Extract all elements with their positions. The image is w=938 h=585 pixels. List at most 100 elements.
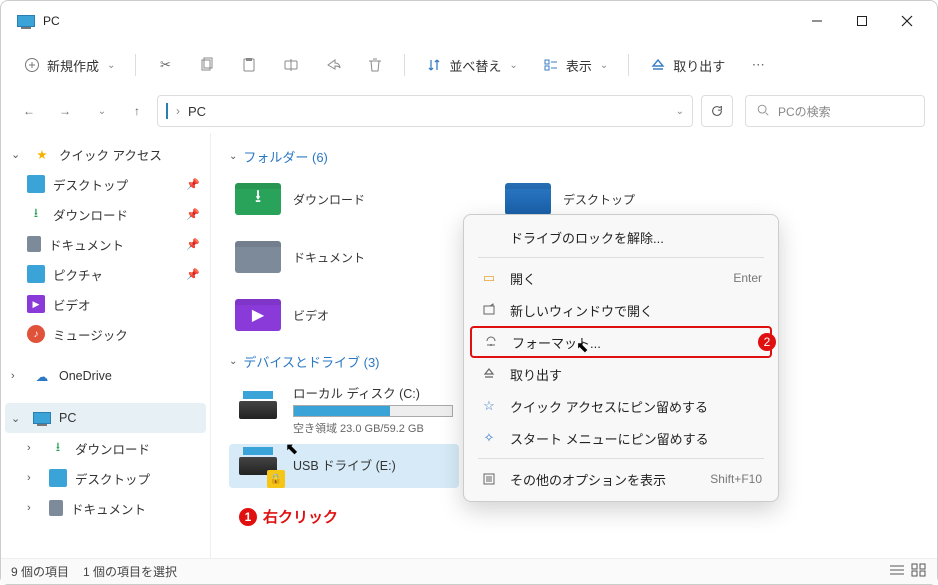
sidebar-item-desktop[interactable]: デスクトップ 📌 (5, 169, 206, 199)
eject-button[interactable]: 取り出す (639, 50, 735, 81)
refresh-button[interactable] (701, 95, 733, 127)
address-bar[interactable]: › PC ⌄ (157, 95, 693, 127)
cursor-icon: ⬉ (576, 338, 589, 356)
chevron-down-icon: ⌄ (107, 60, 115, 71)
recent-button[interactable]: ⌄ (85, 95, 117, 127)
ctx-item-unlock[interactable]: ドライブのロックを解除... (470, 221, 772, 253)
sidebar-item-label: ミュージック (53, 325, 128, 344)
format-icon (482, 335, 500, 349)
cut-button[interactable]: ✂ (146, 50, 184, 80)
ctx-label: クイック アクセスにピン留めする (510, 397, 708, 416)
forward-button[interactable]: → (49, 95, 81, 127)
chevron-down-icon: ⌄ (509, 60, 517, 71)
rename-icon (282, 56, 300, 74)
view-details-button[interactable] (889, 563, 905, 580)
sidebar-item-label: OneDrive (59, 369, 112, 383)
sidebar-item-pc-documents[interactable]: › ドキュメント (5, 493, 206, 523)
drive-item-local-disk[interactable]: ローカル ディスク (C:) 空き領域 23.0 GB/59.2 GB (229, 379, 459, 440)
rename-button[interactable] (272, 50, 310, 80)
folder-item-downloads[interactable]: ⭳ ダウンロード (229, 174, 459, 224)
sidebar-item-pictures[interactable]: ピクチャ 📌 (5, 259, 206, 289)
copy-button[interactable] (188, 50, 226, 80)
sidebar-item-label: ダウンロード (75, 439, 150, 458)
cloud-icon: ☁ (33, 367, 51, 385)
drive-item-usb[interactable]: USB ドライブ (E:) (229, 444, 459, 488)
sidebar-item-pc-desktop[interactable]: › デスクトップ (5, 463, 206, 493)
delete-button[interactable] (356, 50, 394, 80)
close-button[interactable] (884, 5, 929, 37)
sidebar-item-videos[interactable]: ▶ ビデオ (5, 289, 206, 319)
share-button[interactable] (314, 50, 352, 80)
drive-name: ローカル ディスク (C:) (293, 383, 453, 402)
ctx-item-format[interactable]: フォーマット... ⬉ 2 (470, 326, 772, 358)
up-button[interactable]: ↑ (121, 95, 153, 127)
maximize-button[interactable] (839, 5, 884, 37)
sidebar-item-downloads[interactable]: ⭳ ダウンロード 📌 (5, 199, 206, 229)
sidebar-item-pc[interactable]: ⌄ PC (5, 403, 206, 433)
toolbar: 新規作成 ⌄ ✂ 並べ替え ⌄ 表示 ⌄ 取り出す ⋯ (1, 41, 937, 89)
sidebar-item-pc-downloads[interactable]: › ⭳ ダウンロード (5, 433, 206, 463)
folder-item-videos[interactable]: ▶ ビデオ (229, 290, 459, 340)
folder-open-icon: ▭ (480, 270, 498, 286)
ctx-item-pin-quick-access[interactable]: ☆ クイック アクセスにピン留めする (470, 390, 772, 422)
back-button[interactable]: ← (13, 95, 45, 127)
chevron-right-icon: › (11, 370, 25, 382)
drive-subtext: 空き領域 23.0 GB/59.2 GB (293, 420, 453, 436)
new-button[interactable]: 新規作成 ⌄ (13, 50, 125, 81)
paste-button[interactable] (230, 50, 268, 80)
ctx-item-eject[interactable]: 取り出す (470, 358, 772, 390)
chevron-down-icon: ⌄ (229, 151, 237, 162)
sidebar-item-label: ダウンロード (53, 205, 128, 224)
breadcrumb-root[interactable]: PC (188, 104, 206, 119)
cursor-icon: ⬉ (285, 439, 298, 459)
folder-label: デスクトップ (563, 191, 635, 208)
context-menu: ドライブのロックを解除... ▭ 開く Enter 新しいウィンドウで開く フォ… (463, 214, 779, 502)
folder-label: ビデオ (293, 307, 329, 324)
ctx-item-more-options[interactable]: その他のオプションを表示 Shift+F10 (470, 463, 772, 495)
eject-label: 取り出す (673, 56, 725, 75)
more-options-icon (480, 472, 498, 486)
paste-icon (240, 56, 258, 74)
sort-button[interactable]: 並べ替え ⌄ (415, 50, 527, 81)
annotation-right-click: 1 右クリック (239, 506, 919, 527)
ctx-shortcut: Shift+F10 (710, 472, 762, 486)
new-label: 新規作成 (47, 56, 99, 75)
sidebar-item-label: クイック アクセス (59, 145, 162, 164)
chevron-down-icon: ⌄ (11, 412, 25, 425)
status-item-count: 9 個の項目 (11, 563, 69, 580)
chevron-down-icon[interactable]: ⌄ (676, 106, 684, 117)
group-header-folders[interactable]: ⌄ フォルダー (6) (229, 147, 919, 166)
sidebar-item-label: ビデオ (53, 295, 91, 314)
view-large-icons-button[interactable] (911, 563, 927, 580)
view-icon (542, 56, 560, 74)
search-input[interactable]: PCの検索 (745, 95, 925, 127)
ctx-item-open-new-window[interactable]: 新しいウィンドウで開く (470, 294, 772, 326)
ctx-label: その他のオプションを表示 (510, 470, 666, 489)
sidebar-item-label: PC (59, 411, 76, 425)
sidebar-item-onedrive[interactable]: › ☁ OneDrive (5, 361, 206, 391)
minimize-button[interactable] (794, 5, 839, 37)
chevron-down-icon: ⌄ (600, 60, 608, 71)
navigation-bar: ← → ⌄ ↑ › PC ⌄ PCの検索 (1, 89, 937, 133)
ctx-item-pin-start[interactable]: ✧ スタート メニューにピン留めする (470, 422, 772, 454)
cut-icon: ✂ (156, 56, 174, 74)
sidebar-item-label: デスクトップ (53, 175, 128, 194)
sidebar-item-documents[interactable]: ドキュメント 📌 (5, 229, 206, 259)
view-button[interactable]: 表示 ⌄ (532, 50, 618, 81)
desktop-folder-icon (505, 183, 551, 215)
desktop-icon (27, 175, 45, 193)
pin-icon: 📌 (186, 178, 200, 191)
more-button[interactable]: ⋯ (739, 50, 777, 80)
folder-item-documents[interactable]: ドキュメント (229, 232, 459, 282)
sort-icon (425, 56, 443, 74)
group-header-label: フォルダー (6) (243, 147, 328, 166)
ctx-item-open[interactable]: ▭ 開く Enter (470, 262, 772, 294)
video-folder-icon: ▶ (235, 299, 281, 331)
sidebar-item-quick-access[interactable]: ⌄ ★ クイック アクセス (5, 139, 206, 169)
video-icon: ▶ (27, 295, 45, 313)
drive-name: USB ドライブ (E:) (293, 455, 453, 474)
drive-capacity-bar (293, 405, 453, 417)
new-window-icon (480, 303, 498, 317)
download-folder-icon: ⭳ (235, 183, 281, 215)
sidebar-item-music[interactable]: ♪ ミュージック (5, 319, 206, 349)
